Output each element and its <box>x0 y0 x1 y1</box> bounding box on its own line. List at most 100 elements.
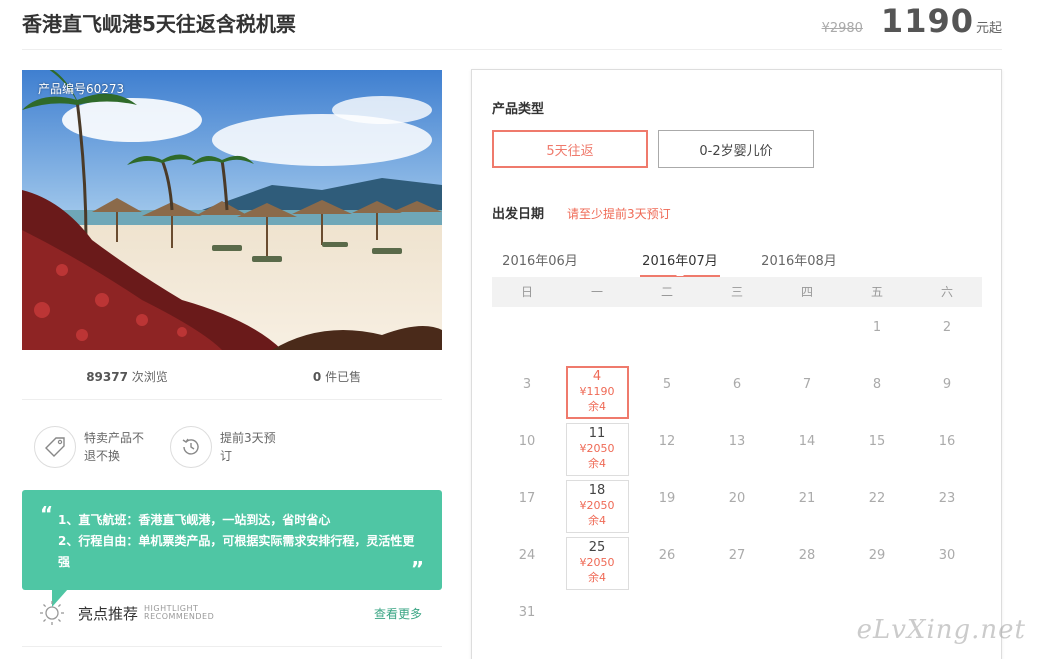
calendar-day[interactable]: 25 ¥2050 余4 <box>562 535 632 592</box>
day-number: 28 <box>798 548 816 563</box>
calendar-day: 6 <box>702 364 772 421</box>
day-price: ¥2050 <box>579 442 615 455</box>
highlight-footer: 亮点推荐 HIGHTLIGHT RECOMMENDED 查看更多 <box>22 596 442 630</box>
day-number: 25 <box>588 540 606 555</box>
calendar-empty-cell <box>492 307 562 364</box>
calendar-week-row: 24 25 ¥2050 余4 26 27 28 29 30 <box>492 535 982 592</box>
quote-close-icon: ” <box>410 557 424 581</box>
calendar-empty-cell <box>772 592 842 649</box>
clock-history-icon <box>170 426 212 468</box>
calendar-day: 23 <box>912 478 982 535</box>
calendar-day: 21 <box>772 478 842 535</box>
day-number: 5 <box>662 377 672 392</box>
calendar-day: 27 <box>702 535 772 592</box>
views-stat: 89377 次浏览 <box>22 360 232 399</box>
calendar-day[interactable]: 11 ¥2050 余4 <box>562 421 632 478</box>
calendar-day: 22 <box>842 478 912 535</box>
tab-month-august[interactable]: 2016年08月 <box>759 250 839 269</box>
feature-text: 提前3天预订 <box>220 431 276 463</box>
feature-advance-booking: 提前3天预订 <box>170 426 284 468</box>
calendar-day: 9 <box>912 364 982 421</box>
product-image[interactable]: 产品编号60273 <box>22 70 442 350</box>
highlight-box: “ 1、直飞航班：香港直飞岘港，一站到达，省时省心 2、行程自由：单机票类产品，… <box>22 490 442 590</box>
day-stock: 余4 <box>588 514 606 527</box>
tab-month-july[interactable]: 2016年07月 <box>640 250 720 278</box>
day-number: 29 <box>868 548 886 563</box>
day-number: 12 <box>658 434 676 449</box>
product-stats: 89377 次浏览 0 件已售 <box>22 360 442 400</box>
view-more-link[interactable]: 查看更多 <box>374 605 422 622</box>
page-title: 香港直飞岘港5天往返含税机票 <box>22 12 296 36</box>
calendar-day: 30 <box>912 535 982 592</box>
booking-panel: 产品类型 5天往返 0-2岁婴儿价 出发日期 请至少提前3天预订 2016年06… <box>471 69 1002 659</box>
tab-month-june[interactable]: 2016年06月 <box>500 250 580 269</box>
highlight-line: 2、行程自由：单机票类产品，可根据实际需求安排行程，灵活性更强 <box>58 534 415 569</box>
highlight-line: 1、直飞航班：香港直飞岘港，一站到达，省时省心 <box>58 513 331 527</box>
day-number: 24 <box>518 548 536 563</box>
calendar-day: 28 <box>772 535 842 592</box>
sold-count: 0 <box>312 370 322 384</box>
calendar-week-row: 3 4 ¥1190 余4 5 6 7 8 9 <box>492 364 982 421</box>
day-number: 10 <box>518 434 536 449</box>
feature-text: 特卖产品不退不换 <box>84 431 145 463</box>
calendar-day: 16 <box>912 421 982 478</box>
day-stock: 余4 <box>588 457 606 470</box>
weekday: 五 <box>870 285 883 299</box>
day-number: 3 <box>522 377 532 392</box>
calendar-day: 20 <box>702 478 772 535</box>
product-features: 特卖产品不退不换 提前3天预订 <box>34 426 306 468</box>
original-price: ¥2980 <box>821 21 863 36</box>
type-option-infant[interactable]: 0-2岁婴儿价 <box>658 130 814 168</box>
calendar-week-row: 12 <box>492 307 982 364</box>
weekday-header: 日 一 二 三 四 五 六 <box>492 277 982 307</box>
quote-open-icon: “ <box>40 502 54 526</box>
weekday: 日 <box>520 285 533 299</box>
day-number: 16 <box>938 434 956 449</box>
calendar-empty-cell <box>562 307 632 364</box>
calendar-day: 15 <box>842 421 912 478</box>
feature-no-refund: 特卖产品不退不换 <box>34 426 148 468</box>
highlight-title: 亮点推荐 <box>78 604 139 623</box>
calendar-day: 17 <box>492 478 562 535</box>
calendar-week-row: 17 18 ¥2050 余4 19 20 21 22 23 <box>492 478 982 535</box>
day-number: 20 <box>728 491 746 506</box>
departure-date-label: 出发日期 <box>492 207 545 222</box>
day-price: ¥1190 <box>579 385 615 398</box>
day-number: 1 <box>872 320 882 335</box>
calendar-empty-cell <box>702 592 772 649</box>
views-label: 次浏览 <box>131 370 168 384</box>
calendar-empty-cell <box>772 307 842 364</box>
day-number: 2 <box>942 320 952 335</box>
day-stock: 余4 <box>588 571 606 584</box>
calendar-day: 29 <box>842 535 912 592</box>
calendar-week-row: 10 11 ¥2050 余4 12 13 14 15 16 <box>492 421 982 478</box>
calendar-day: 7 <box>772 364 842 421</box>
calendar-day[interactable]: 4 ¥1190 余4 <box>562 364 632 421</box>
type-option-5day[interactable]: 5天往返 <box>492 130 648 168</box>
calendar-day: 12 <box>632 421 702 478</box>
day-number: 9 <box>942 377 952 392</box>
sun-icon <box>38 599 66 627</box>
day-number: 30 <box>938 548 956 563</box>
day-number: 18 <box>588 483 606 498</box>
calendar-day: 2 <box>912 307 982 364</box>
sold-label: 件已售 <box>325 370 362 384</box>
calendar-day: 1 <box>842 307 912 364</box>
day-number: 27 <box>728 548 746 563</box>
calendar-day[interactable]: 18 ¥2050 余4 <box>562 478 632 535</box>
tag-icon <box>34 426 76 468</box>
calendar-empty-cell <box>632 307 702 364</box>
header-divider <box>22 49 1002 50</box>
calendar-day: 31 <box>492 592 562 649</box>
section-divider <box>22 646 442 647</box>
day-number: 14 <box>798 434 816 449</box>
day-number: 4 <box>592 369 602 384</box>
calendar-empty-cell <box>562 592 632 649</box>
calendar-day: 8 <box>842 364 912 421</box>
date-hint: 请至少提前3天预订 <box>567 207 671 221</box>
day-number: 19 <box>658 491 676 506</box>
day-number: 7 <box>802 377 812 392</box>
weekday: 二 <box>660 285 673 299</box>
calendar-day: 24 <box>492 535 562 592</box>
product-code: 产品编号60273 <box>38 82 125 96</box>
